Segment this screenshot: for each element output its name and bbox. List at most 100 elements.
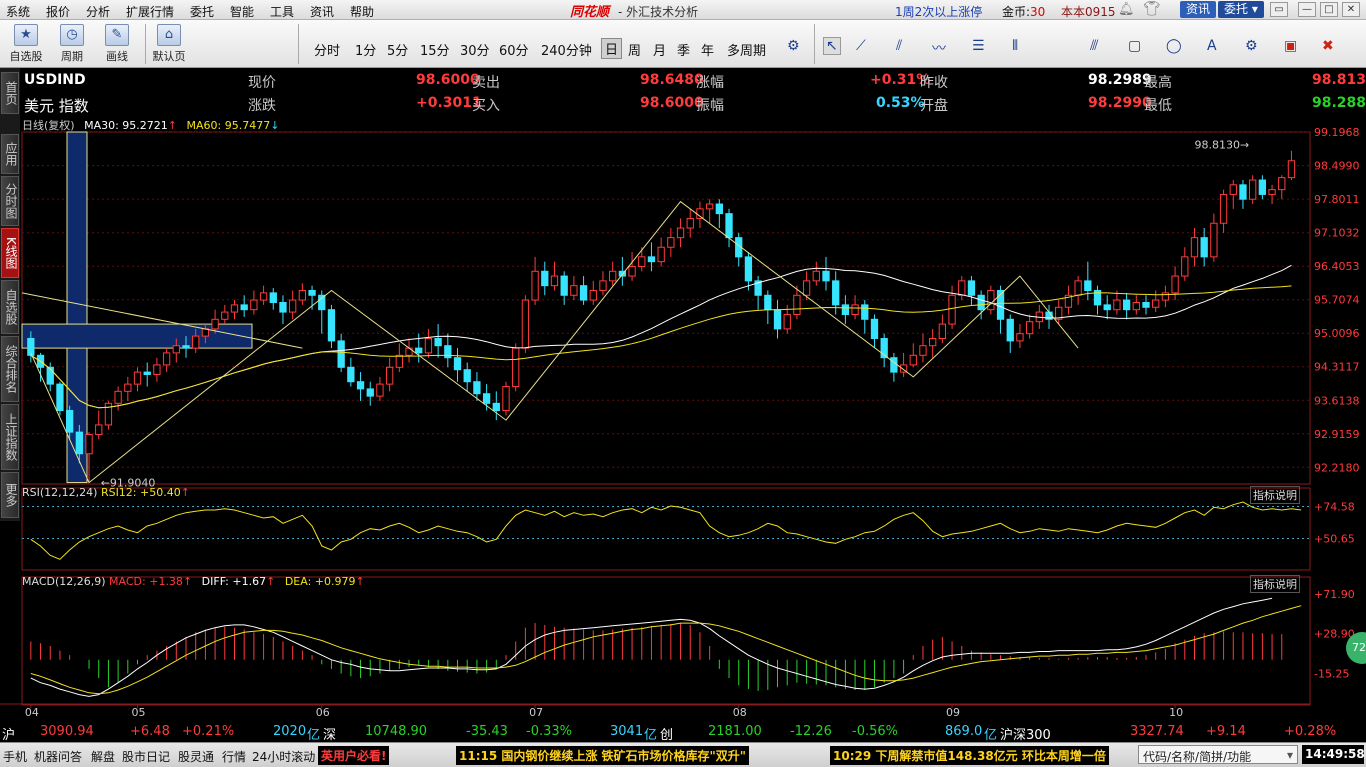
candle-body <box>541 270 549 287</box>
candle-body <box>1268 189 1276 195</box>
candle-body <box>676 227 685 239</box>
sz-value[interactable]: 10748.90 <box>365 724 427 739</box>
x-tick-label: 06 <box>316 706 330 719</box>
macd-legend: MACD(12,26,9) MACD: +1.38↑ DIFF: +1.67↑ … <box>22 575 365 588</box>
candle-body <box>492 402 500 412</box>
cy-volume: 869.0 <box>945 724 983 739</box>
candle-body <box>133 371 142 385</box>
candle-body <box>250 299 258 311</box>
candle-body <box>162 352 171 366</box>
candle-body <box>1132 301 1140 311</box>
y-tick-label: 97.1032 <box>1314 227 1360 240</box>
candle-body <box>415 347 423 354</box>
sz-volume-unit: 亿 <box>644 728 658 743</box>
candle-body <box>366 388 374 397</box>
candle-body <box>298 289 307 301</box>
candle-body <box>1258 179 1267 195</box>
ma30-arrow-icon: ↑ <box>167 119 178 132</box>
sh-label: 沪 <box>2 728 16 743</box>
bottom-item-diary[interactable]: 股市日记 <box>122 748 170 765</box>
candle-body <box>589 289 597 301</box>
chart-legend: 日线(复权) MA30: 95.2721↑ MA60: 95.7477↓ <box>22 117 279 133</box>
search-dropdown-icon[interactable]: ▾ <box>1287 748 1293 762</box>
candle-body <box>27 337 35 356</box>
candle-body <box>327 309 336 342</box>
candle-body <box>967 280 976 296</box>
sz-change-pct: -0.33% <box>526 724 572 739</box>
candle-body <box>1103 304 1111 311</box>
bottom-item-stock-link[interactable]: 股灵通 <box>178 748 214 765</box>
macd-tick-label: +71.90 <box>1314 588 1355 601</box>
candle-body <box>424 337 433 354</box>
ma30-legend: MA30: 95.2721 <box>84 119 168 132</box>
candle-body <box>1219 193 1228 224</box>
candle-body <box>1171 275 1179 294</box>
candle-body <box>240 304 248 311</box>
candle-body <box>1142 301 1150 308</box>
rsi-help-button[interactable]: 指标说明 <box>1250 486 1300 504</box>
bottom-item-mobile[interactable]: 手机 <box>3 748 27 765</box>
y-tick-label: 99.1968 <box>1314 126 1360 139</box>
candle-body <box>308 289 316 296</box>
candle-body <box>822 270 830 282</box>
candle-body <box>279 301 287 313</box>
candle-body <box>938 323 947 339</box>
candle-body <box>502 386 510 412</box>
candle-body <box>958 280 966 296</box>
news-ticker-2[interactable]: 11:15 国内钢价继续上涨 铁矿石市场价格库存"双升" <box>456 746 750 765</box>
bottom-item-24h-scroll[interactable]: 24小时滚动 <box>252 748 315 765</box>
rsi-line <box>30 501 1302 560</box>
candle-body <box>832 280 840 306</box>
y-tick-label: 93.6138 <box>1314 394 1360 407</box>
news-ticker-3[interactable]: 10:29 下周解禁市值148.38亿元 环比本周增一倍 <box>830 746 1109 765</box>
sh-value[interactable]: 3090.94 <box>40 724 94 739</box>
candle-body <box>861 304 869 320</box>
macd-help-button[interactable]: 指标说明 <box>1250 575 1300 593</box>
x-tick-label: 04 <box>25 706 39 719</box>
bottom-item-robot-qa[interactable]: 机器问答 <box>34 748 82 765</box>
sh-volume-unit: 亿 <box>307 728 321 743</box>
candle-body <box>987 289 995 311</box>
news-ticker-1[interactable]: 英用户必看! <box>318 746 390 765</box>
candle-body <box>802 280 811 296</box>
candle-body <box>385 366 394 385</box>
ma60-arrow-icon: ↓ <box>270 119 280 132</box>
candle-body <box>1249 179 1257 200</box>
sz-label: 深 <box>323 728 337 743</box>
hs300-value[interactable]: 3327.74 <box>1130 724 1184 739</box>
candle-body <box>1181 256 1189 277</box>
candle-body <box>764 294 772 311</box>
y-tick-label: 95.7074 <box>1314 294 1360 307</box>
candle-body <box>570 285 578 296</box>
candle-body <box>221 311 229 320</box>
cy-value[interactable]: 2181.00 <box>708 724 762 739</box>
candle-body <box>773 309 782 330</box>
candle-body <box>851 304 859 315</box>
candle-body <box>550 275 559 287</box>
bottom-item-market[interactable]: 行情 <box>222 748 246 765</box>
candle-body <box>230 304 239 313</box>
kline-chart[interactable]: 99.1968 98.4990 97.8011 97.1032 96.4053 95.70… <box>0 0 1366 767</box>
candle-body <box>473 381 481 395</box>
candle-body <box>531 270 539 301</box>
code-search-placeholder: 代码/名称/简拼/功能 <box>1143 750 1252 764</box>
candle-body <box>153 364 161 376</box>
candle-body <box>1229 184 1237 195</box>
candle-body <box>521 299 530 349</box>
candle-body <box>269 292 277 303</box>
candle-body <box>512 347 520 388</box>
candle-body <box>1016 333 1024 342</box>
candle-body <box>783 313 791 330</box>
code-search-input[interactable]: 代码/名称/简拼/功能 ▾ <box>1138 745 1298 764</box>
candle-body <box>75 431 83 455</box>
candle-body <box>1006 318 1014 342</box>
cy-label: 创 <box>660 728 674 743</box>
rsi-value: RSI12: +50.40 <box>100 486 181 499</box>
rsi-title: RSI(12,12,24) <box>22 486 98 499</box>
candle-body <box>1200 237 1208 258</box>
candle-body <box>1113 299 1121 311</box>
candle-body <box>1190 237 1199 258</box>
bottom-item-analysis[interactable]: 解盘 <box>91 748 115 765</box>
macd-title: MACD(12,26,9) <box>22 575 106 588</box>
candle-body <box>657 246 665 263</box>
